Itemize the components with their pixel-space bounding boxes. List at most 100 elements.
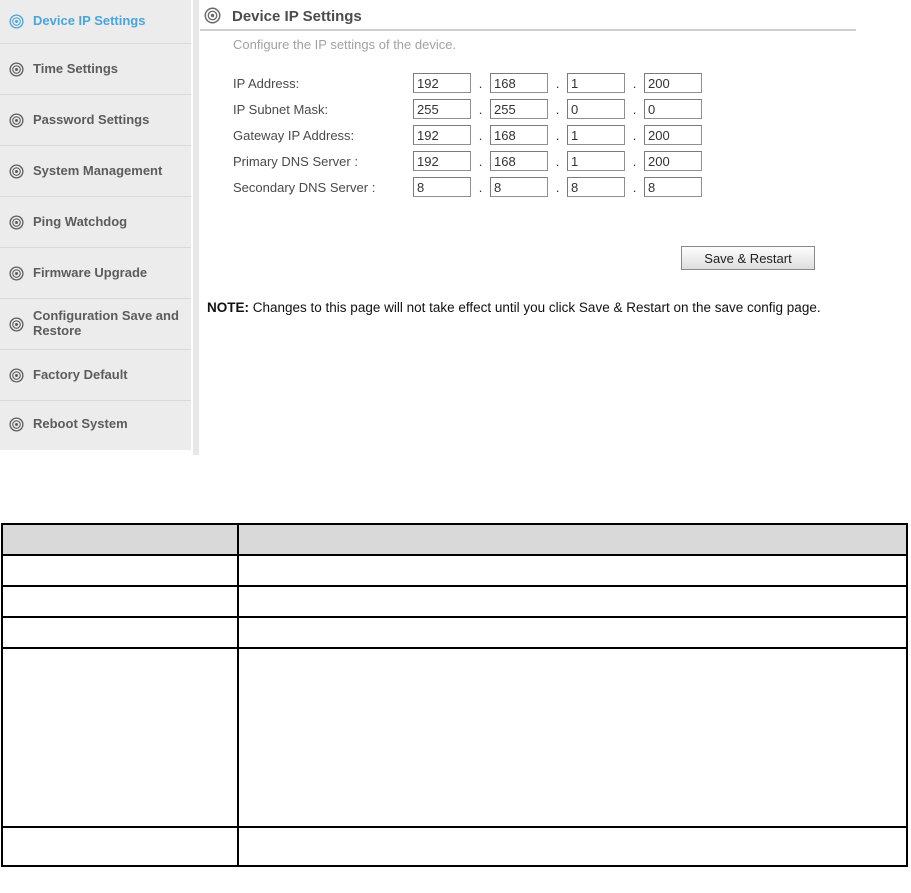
secondary-dns-octet-4-input[interactable] — [644, 177, 702, 197]
note-label: NOTE: — [207, 300, 249, 315]
sidebar-item-configuration-save-restore[interactable]: Configuration Save and Restore — [0, 299, 191, 350]
sidebar-item-time-settings[interactable]: Time Settings — [0, 44, 191, 95]
table-row — [1, 647, 908, 828]
target-circle-icon — [9, 61, 24, 77]
table-row — [1, 826, 908, 867]
form-row-secondary-dns: Secondary DNS Server : . . . — [233, 174, 702, 200]
table-header-cell — [1, 523, 239, 556]
target-circle-icon — [9, 112, 24, 128]
sidebar-item-ping-watchdog[interactable]: Ping Watchdog — [0, 197, 191, 248]
target-circle-icon — [9, 316, 24, 332]
page: Device IP Settings Time Settings Passwor… — [0, 0, 911, 893]
gateway-octet-1-input[interactable] — [413, 125, 471, 145]
field-label: IP Subnet Mask: — [233, 101, 329, 117]
sidebar-item-reboot-system[interactable]: Reboot System — [0, 401, 191, 448]
sidebar-item-factory-default[interactable]: Factory Default — [0, 350, 191, 401]
subnet-mask-octet-2-input[interactable] — [490, 99, 548, 119]
octet-separator: . — [555, 127, 560, 143]
primary-dns-octet-1-input[interactable] — [413, 151, 471, 171]
field-label: Primary DNS Server : — [233, 153, 358, 169]
target-circle-icon — [9, 417, 24, 432]
ip-address-octet-1-input[interactable] — [413, 73, 471, 93]
target-circle-icon — [204, 7, 221, 24]
form-row-subnet-mask: IP Subnet Mask: . . . — [233, 96, 702, 122]
sidebar-item-label: Device IP Settings — [33, 13, 146, 29]
table-header-row — [1, 523, 908, 556]
sidebar-item-label: Reboot System — [33, 416, 128, 432]
sidebar-item-label: Password Settings — [33, 111, 150, 127]
description-table — [1, 523, 908, 867]
sidebar-item-password-settings[interactable]: Password Settings — [0, 95, 191, 146]
title-divider — [200, 29, 856, 31]
gateway-octet-4-input[interactable] — [644, 125, 702, 145]
table-cell — [1, 826, 239, 867]
octet-separator: . — [555, 179, 560, 195]
sidebar-edge — [193, 0, 199, 455]
secondary-dns-octet-2-input[interactable] — [490, 177, 548, 197]
sidebar: Device IP Settings Time Settings Passwor… — [0, 0, 191, 450]
subnet-mask-octet-4-input[interactable] — [644, 99, 702, 119]
table-cell — [1, 616, 239, 649]
ip-settings-form: IP Address: . . . IP Subnet Mask: . . . … — [233, 70, 702, 200]
primary-dns-octet-2-input[interactable] — [490, 151, 548, 171]
octet-separator: . — [632, 127, 637, 143]
field-label: IP Address: — [233, 75, 300, 91]
primary-dns-octet-3-input[interactable] — [567, 151, 625, 171]
octet-separator: . — [478, 101, 483, 117]
octet-separator: . — [555, 75, 560, 91]
octet-separator: . — [555, 101, 560, 117]
target-circle-icon — [9, 163, 24, 179]
table-cell — [237, 647, 908, 828]
field-label: Gateway IP Address: — [233, 127, 355, 143]
target-circle-icon — [9, 214, 24, 230]
table-cell — [1, 554, 239, 587]
page-title: Device IP Settings — [232, 8, 362, 25]
sidebar-item-device-ip-settings[interactable]: Device IP Settings — [0, 0, 191, 44]
table-cell — [1, 585, 239, 618]
form-row-ip-address: IP Address: . . . — [233, 70, 702, 96]
octet-separator: . — [478, 127, 483, 143]
note-body: Changes to this page will not take effec… — [249, 300, 821, 315]
target-circle-icon — [9, 14, 24, 29]
table-cell — [237, 554, 908, 587]
gateway-octet-3-input[interactable] — [567, 125, 625, 145]
sidebar-item-label: Firmware Upgrade — [33, 264, 148, 280]
sidebar-item-label: System Management — [33, 162, 163, 178]
target-circle-icon — [9, 367, 24, 383]
form-row-primary-dns: Primary DNS Server : . . . — [233, 148, 702, 174]
table-cell — [1, 647, 239, 828]
table-row — [1, 554, 908, 587]
ip-address-octet-4-input[interactable] — [644, 73, 702, 93]
sidebar-item-label: Configuration Save and Restore — [33, 308, 179, 338]
octet-separator: . — [478, 75, 483, 91]
gateway-octet-2-input[interactable] — [490, 125, 548, 145]
sidebar-item-label: Ping Watchdog — [33, 213, 128, 229]
sidebar-item-label: Factory Default — [33, 366, 128, 382]
target-circle-icon — [9, 265, 24, 281]
table-cell — [237, 616, 908, 649]
primary-dns-octet-4-input[interactable] — [644, 151, 702, 171]
page-subtitle: Configure the IP settings of the device. — [233, 37, 457, 52]
table-header-cell — [237, 523, 908, 556]
field-label: Secondary DNS Server : — [233, 179, 376, 195]
sidebar-item-label: Time Settings — [33, 60, 119, 76]
ip-address-octet-3-input[interactable] — [567, 73, 625, 93]
table-cell — [237, 585, 908, 618]
table-row — [1, 585, 908, 618]
subnet-mask-octet-1-input[interactable] — [413, 99, 471, 119]
sidebar-item-firmware-upgrade[interactable]: Firmware Upgrade — [0, 248, 191, 299]
octet-separator: . — [632, 101, 637, 117]
save-restart-button[interactable]: Save & Restart — [681, 246, 815, 270]
ip-address-octet-2-input[interactable] — [490, 73, 548, 93]
secondary-dns-octet-3-input[interactable] — [567, 177, 625, 197]
octet-separator: . — [478, 179, 483, 195]
secondary-dns-octet-1-input[interactable] — [413, 177, 471, 197]
subnet-mask-octet-3-input[interactable] — [567, 99, 625, 119]
octet-separator: . — [632, 179, 637, 195]
octet-separator: . — [632, 153, 637, 169]
sidebar-item-system-management[interactable]: System Management — [0, 146, 191, 197]
octet-separator: . — [632, 75, 637, 91]
table-cell — [237, 826, 908, 867]
note-text: NOTE: Changes to this page will not take… — [207, 300, 907, 315]
form-row-gateway: Gateway IP Address: . . . — [233, 122, 702, 148]
